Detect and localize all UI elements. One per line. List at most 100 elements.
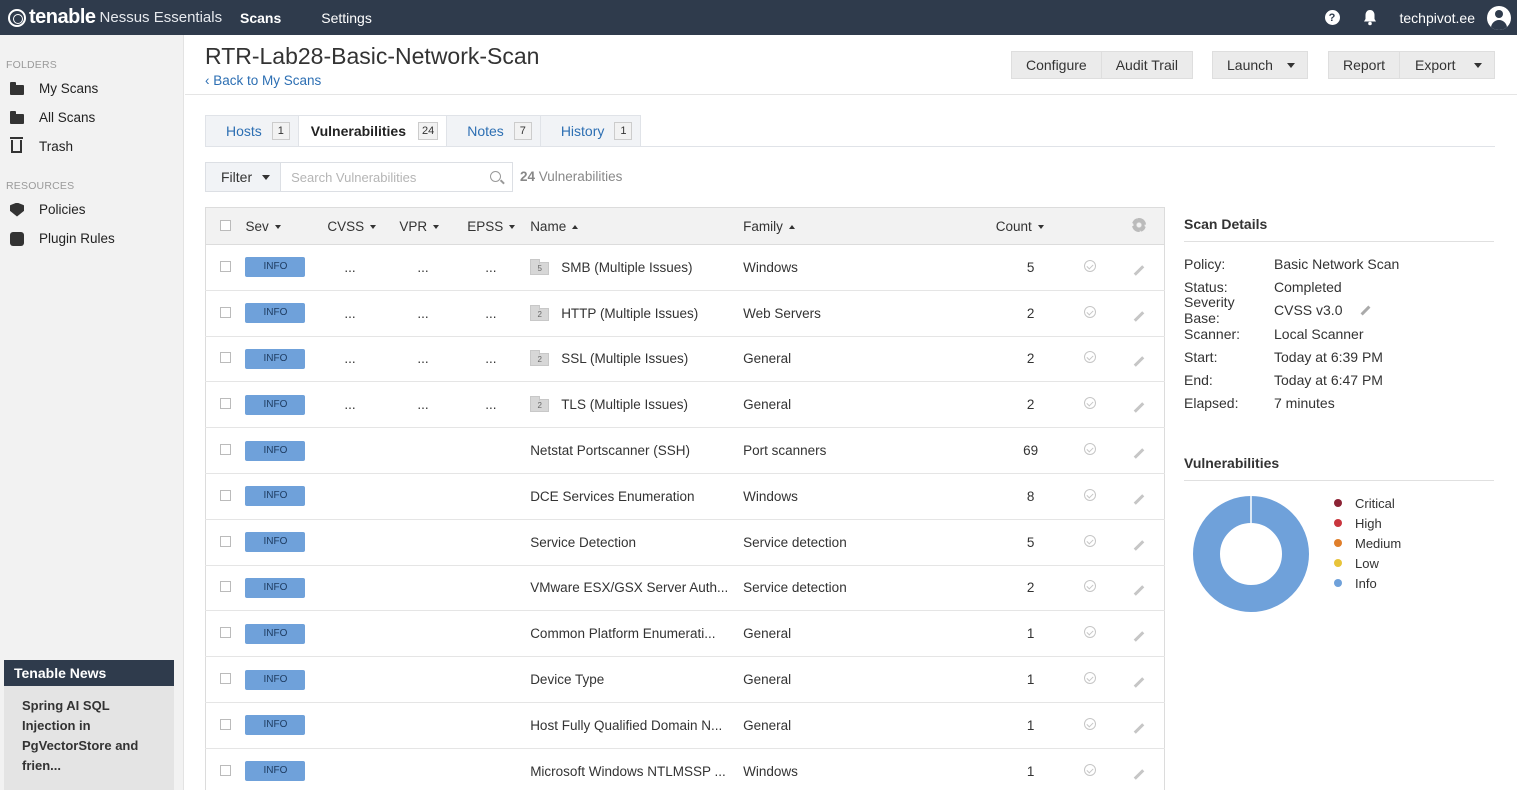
name-cell[interactable]: VMware ESX/GSX Server Auth... xyxy=(530,565,744,612)
pencil-icon[interactable] xyxy=(1361,305,1371,316)
row-checkbox[interactable] xyxy=(220,535,231,547)
table-row[interactable]: INFO Common Platform Enumerati... General 1 xyxy=(205,610,1165,658)
col-count[interactable]: Count xyxy=(995,207,1066,245)
table-row[interactable]: INFO VMware ESX/GSX Server Auth... Service… xyxy=(205,565,1165,612)
user-name[interactable]: techpivot.ee xyxy=(1400,10,1476,26)
row-checkbox[interactable] xyxy=(220,627,231,639)
vuln-name[interactable]: VMware ESX/GSX Server Auth... xyxy=(530,580,728,595)
table-row[interactable]: INFO......... 2 SSL (Multiple Issues) Gener… xyxy=(205,336,1165,383)
pencil-icon[interactable] xyxy=(1133,265,1145,276)
col-vpr[interactable]: VPR xyxy=(399,207,468,245)
tab-vulnerabilities[interactable]: Vulnerabilities 24 xyxy=(297,115,448,147)
name-cell[interactable]: Common Platform Enumerati... xyxy=(530,610,744,658)
check-circle-icon[interactable] xyxy=(1084,672,1097,685)
audit-trail-button[interactable]: Audit Trail xyxy=(1100,51,1193,79)
check-circle-icon[interactable] xyxy=(1084,305,1097,318)
pencil-icon[interactable] xyxy=(1133,310,1145,322)
row-checkbox[interactable] xyxy=(220,444,231,456)
row-checkbox[interactable] xyxy=(220,764,231,776)
table-row[interactable]: INFO DCE Services Enumeration Windows 8 xyxy=(205,473,1165,520)
name-cell[interactable]: 2 TLS (Multiple Issues) xyxy=(530,381,744,429)
back-link-label[interactable]: Back to My Scans xyxy=(213,73,321,88)
pencil-icon[interactable] xyxy=(1133,402,1145,414)
pencil-icon[interactable] xyxy=(1133,768,1145,780)
col-sev[interactable]: Sev xyxy=(245,207,328,245)
sidebar-item-trash[interactable]: Trash xyxy=(0,132,183,161)
search-icon[interactable] xyxy=(490,171,502,182)
nav-scans[interactable]: Scans xyxy=(240,10,281,26)
check-circle-icon[interactable] xyxy=(1084,717,1097,730)
pencil-icon[interactable] xyxy=(1133,494,1145,505)
tenable-logo[interactable]: tenable Nessus Essentials xyxy=(0,6,230,29)
sidebar-item-my-scans[interactable]: My Scans xyxy=(0,74,183,103)
pencil-icon[interactable] xyxy=(1133,539,1145,551)
avatar-icon[interactable] xyxy=(1487,5,1511,30)
vuln-name[interactable]: Service Detection xyxy=(530,535,636,550)
launch-button[interactable]: Launch xyxy=(1212,51,1308,79)
bell-icon[interactable] xyxy=(1362,10,1378,26)
vuln-name[interactable]: SSL (Multiple Issues) xyxy=(561,351,688,366)
check-circle-icon[interactable] xyxy=(1084,259,1097,272)
row-checkbox[interactable] xyxy=(220,718,231,730)
filter-button[interactable]: Filter xyxy=(205,162,282,192)
table-row[interactable]: INFO......... 2 TLS (Multiple Issues) Gener… xyxy=(205,381,1165,429)
vuln-name[interactable]: SMB (Multiple Issues) xyxy=(561,260,692,275)
select-all-checkbox[interactable] xyxy=(220,219,231,231)
vuln-name[interactable]: Common Platform Enumerati... xyxy=(530,626,715,641)
tab-history[interactable]: History 1 xyxy=(539,115,642,147)
name-cell[interactable]: 2 HTTP (Multiple Issues) xyxy=(530,290,744,337)
name-cell[interactable]: Host Fully Qualified Domain N... xyxy=(530,702,744,749)
row-checkbox[interactable] xyxy=(220,489,231,501)
pencil-icon[interactable] xyxy=(1133,723,1145,734)
table-row[interactable]: INFO Microsoft Windows NTLMSSP ... Windows… xyxy=(205,748,1165,790)
table-row[interactable]: INFO......... 2 HTTP (Multiple Issues) Web … xyxy=(205,290,1165,337)
row-checkbox[interactable] xyxy=(220,306,231,318)
help-icon[interactable]: ? xyxy=(1324,10,1340,25)
check-circle-icon[interactable] xyxy=(1084,443,1097,456)
name-cell[interactable]: Service Detection xyxy=(530,519,744,566)
name-cell[interactable]: Netstat Portscanner (SSH) xyxy=(530,427,744,474)
pencil-icon[interactable] xyxy=(1133,631,1145,643)
nav-settings[interactable]: Settings xyxy=(321,10,372,26)
table-row[interactable]: INFO Service Detection Service detection 5 xyxy=(205,519,1165,566)
col-name[interactable]: Name xyxy=(530,207,744,245)
vuln-name[interactable]: Device Type xyxy=(530,672,604,687)
report-button[interactable]: Report xyxy=(1328,51,1401,79)
vuln-name[interactable]: Netstat Portscanner (SSH) xyxy=(530,443,690,458)
name-cell[interactable]: 5 SMB (Multiple Issues) xyxy=(530,244,744,291)
table-row[interactable]: INFO Netstat Portscanner (SSH) Port scanne… xyxy=(205,427,1165,474)
gear-icon[interactable] xyxy=(1132,217,1147,232)
table-row[interactable]: INFO......... 5 SMB (Multiple Issues) Windo… xyxy=(205,244,1165,291)
sidebar-item-plugin-rules[interactable]: Plugin Rules xyxy=(0,224,183,253)
name-cell[interactable]: Microsoft Windows NTLMSSP ... xyxy=(530,748,744,790)
name-cell[interactable]: DCE Services Enumeration xyxy=(530,473,744,520)
pencil-icon[interactable] xyxy=(1133,677,1145,688)
configure-button[interactable]: Configure xyxy=(1011,51,1102,79)
check-circle-icon[interactable] xyxy=(1084,534,1097,547)
col-family[interactable]: Family xyxy=(743,207,996,245)
check-circle-icon[interactable] xyxy=(1084,763,1097,776)
search-input[interactable]: Search Vulnerabilities xyxy=(281,162,514,192)
tab-notes[interactable]: Notes 7 xyxy=(446,115,541,147)
donut-chart[interactable] xyxy=(1186,489,1316,619)
pencil-icon[interactable] xyxy=(1133,585,1145,597)
back-link[interactable]: ‹ Back to My Scans xyxy=(205,73,321,88)
tab-hosts[interactable]: Hosts 1 xyxy=(205,115,299,147)
table-row[interactable]: INFO Device Type General 1 xyxy=(205,656,1165,703)
name-cell[interactable]: 2 SSL (Multiple Issues) xyxy=(530,336,744,383)
check-circle-icon[interactable] xyxy=(1084,580,1097,593)
vuln-name[interactable]: DCE Services Enumeration xyxy=(530,489,694,504)
vuln-name[interactable]: Microsoft Windows NTLMSSP ... xyxy=(530,764,726,779)
row-checkbox[interactable] xyxy=(220,398,231,410)
check-circle-icon[interactable] xyxy=(1084,397,1097,410)
news-headline[interactable]: Spring AI SQL Injection in PgVectorStore… xyxy=(4,686,174,786)
vuln-name[interactable]: Host Fully Qualified Domain N... xyxy=(530,718,722,733)
vuln-name[interactable]: TLS (Multiple Issues) xyxy=(561,397,688,412)
row-checkbox[interactable] xyxy=(220,673,231,685)
row-checkbox[interactable] xyxy=(220,581,231,593)
pencil-icon[interactable] xyxy=(1133,448,1145,459)
col-cvss[interactable]: CVSS xyxy=(327,207,400,245)
vuln-name[interactable]: HTTP (Multiple Issues) xyxy=(561,306,698,321)
name-cell[interactable]: Device Type xyxy=(530,656,744,703)
check-circle-icon[interactable] xyxy=(1084,351,1097,364)
